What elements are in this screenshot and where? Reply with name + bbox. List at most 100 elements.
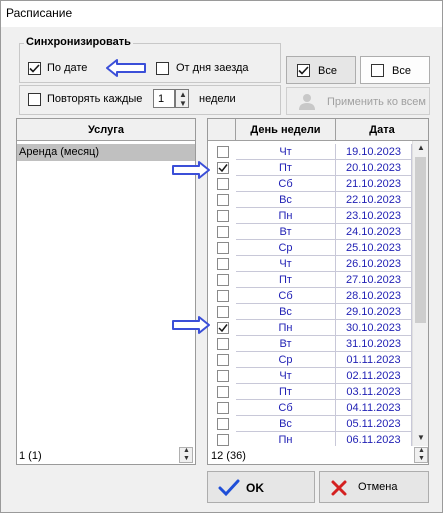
day-row[interactable]: Вт 24.10.2023 (208, 224, 412, 240)
day-cell: Пн (236, 208, 336, 224)
row-checkbox[interactable] (217, 258, 229, 270)
day-cell: Сб (236, 176, 336, 192)
row-checkbox[interactable] (217, 194, 229, 206)
day-row[interactable]: Сб 21.10.2023 (208, 176, 412, 192)
day-row[interactable]: Ср 25.10.2023 (208, 240, 412, 256)
day-row[interactable]: Вс 05.11.2023 (208, 416, 412, 432)
row-checkbox[interactable] (217, 210, 229, 222)
date-column-header[interactable]: Дата (336, 119, 428, 141)
row-checkbox[interactable] (217, 290, 229, 302)
day-row[interactable]: Ср 01.11.2023 (208, 352, 412, 368)
repeat-checkbox[interactable] (28, 93, 41, 106)
repeat-count-input[interactable]: 1 (153, 89, 175, 108)
day-cell: Чт (236, 368, 336, 384)
row-checkbox[interactable] (217, 402, 229, 414)
day-cell: Вт (236, 336, 336, 352)
row-checkbox[interactable] (217, 226, 229, 238)
scroll-down-icon[interactable]: ▼ (417, 433, 425, 442)
day-row[interactable]: Пн 23.10.2023 (208, 208, 412, 224)
scrollbar-thumb[interactable] (415, 157, 426, 323)
stepper-down-icon[interactable]: ▼ (418, 455, 425, 462)
stepper-up-icon[interactable]: ▲ (183, 447, 190, 454)
day-row[interactable]: Вс 29.10.2023 (208, 304, 412, 320)
deselect-all-button[interactable]: Все (360, 56, 430, 84)
date-cell: 03.11.2023 (336, 384, 412, 400)
service-row[interactable]: Аренда (месяц) (17, 144, 195, 161)
row-checkbox[interactable] (217, 386, 229, 398)
day-row[interactable]: Вс 22.10.2023 (208, 192, 412, 208)
stepper-up-icon[interactable]: ▲ (418, 447, 425, 454)
row-checkbox[interactable] (217, 370, 229, 382)
repeat-count-stepper[interactable]: ▲ ▼ (175, 89, 189, 108)
sync-group-title: Синхронизировать (24, 36, 133, 48)
date-cell: 19.10.2023 (336, 144, 412, 160)
scroll-up-icon[interactable]: ▲ (417, 143, 425, 152)
cancel-x-icon (331, 480, 347, 496)
row-checkbox[interactable] (217, 418, 229, 430)
row-checkbox[interactable] (217, 322, 229, 334)
date-cell: 01.11.2023 (336, 352, 412, 368)
day-row[interactable]: Пт 20.10.2023 (208, 160, 412, 176)
day-cell: Вс (236, 416, 336, 432)
day-cell: Сб (236, 288, 336, 304)
row-checkbox[interactable] (217, 306, 229, 318)
empty-box-icon (371, 64, 384, 77)
day-row[interactable]: Пн 06.11.2023 (208, 432, 412, 446)
title-bar: Расписание (1, 1, 442, 27)
date-cell: 24.10.2023 (336, 224, 412, 240)
services-stepper[interactable]: ▲ ▼ (179, 447, 193, 463)
row-checkbox[interactable] (217, 162, 229, 174)
date-cell: 28.10.2023 (336, 288, 412, 304)
date-cell: 04.11.2023 (336, 400, 412, 416)
select-all-button[interactable]: Все (286, 56, 356, 84)
day-row[interactable]: Пт 27.10.2023 (208, 272, 412, 288)
day-cell: Вс (236, 192, 336, 208)
checkmark-icon (218, 164, 228, 173)
stepper-down-icon[interactable]: ▼ (179, 99, 187, 108)
days-stepper[interactable]: ▲ ▼ (414, 447, 428, 463)
day-row[interactable]: Чт 02.11.2023 (208, 368, 412, 384)
day-row[interactable]: Сб 28.10.2023 (208, 288, 412, 304)
row-checkbox[interactable] (217, 178, 229, 190)
schedule-window: Расписание Синхронизировать По дате От д… (0, 0, 443, 513)
services-count: 1 (1) (19, 450, 42, 462)
cancel-button[interactable]: Отмена (319, 471, 429, 503)
date-cell: 31.10.2023 (336, 336, 412, 352)
date-cell: 23.10.2023 (336, 208, 412, 224)
day-row[interactable]: Пт 03.11.2023 (208, 384, 412, 400)
date-cell: 30.10.2023 (336, 320, 412, 336)
ok-button[interactable]: OK (207, 471, 315, 503)
annotation-arrow-right-icon (172, 316, 210, 334)
row-checkbox[interactable] (217, 434, 229, 446)
apply-to-all-button[interactable]: Применить ко всем (286, 87, 430, 115)
day-row[interactable]: Чт 26.10.2023 (208, 256, 412, 272)
by-date-checkbox[interactable] (28, 62, 41, 75)
days-count: 12 (36) (211, 450, 246, 462)
date-cell: 05.11.2023 (336, 416, 412, 432)
day-row[interactable]: Вт 31.10.2023 (208, 336, 412, 352)
annotation-arrow-right-icon (172, 161, 210, 179)
by-date-label: По дате (47, 62, 88, 74)
day-cell: Ср (236, 352, 336, 368)
day-row[interactable]: Чт 19.10.2023 (208, 144, 412, 160)
stepper-up-icon[interactable]: ▲ (179, 90, 187, 99)
day-column-header[interactable]: День недели (236, 119, 336, 141)
days-panel: День недели Дата Чт 19.10.2023 Пт 20.10.202… (207, 118, 429, 465)
day-row[interactable]: Пн 30.10.2023 (208, 320, 412, 336)
row-checkbox[interactable] (217, 146, 229, 158)
row-checkbox[interactable] (217, 242, 229, 254)
day-cell: Чт (236, 256, 336, 272)
services-header[interactable]: Услуга (17, 119, 195, 141)
row-checkbox[interactable] (217, 354, 229, 366)
date-cell: 21.10.2023 (336, 176, 412, 192)
from-day-checkbox[interactable] (156, 62, 169, 75)
row-checkbox[interactable] (217, 274, 229, 286)
day-cell: Ср (236, 240, 336, 256)
stepper-down-icon[interactable]: ▼ (183, 455, 190, 462)
weeks-label: недели (199, 93, 236, 105)
row-checkbox[interactable] (217, 338, 229, 350)
day-row[interactable]: Сб 04.11.2023 (208, 400, 412, 416)
window-title: Расписание (6, 6, 73, 20)
days-scrollbar[interactable]: ▲ ▼ (412, 141, 428, 446)
check-column-header[interactable] (208, 119, 236, 141)
